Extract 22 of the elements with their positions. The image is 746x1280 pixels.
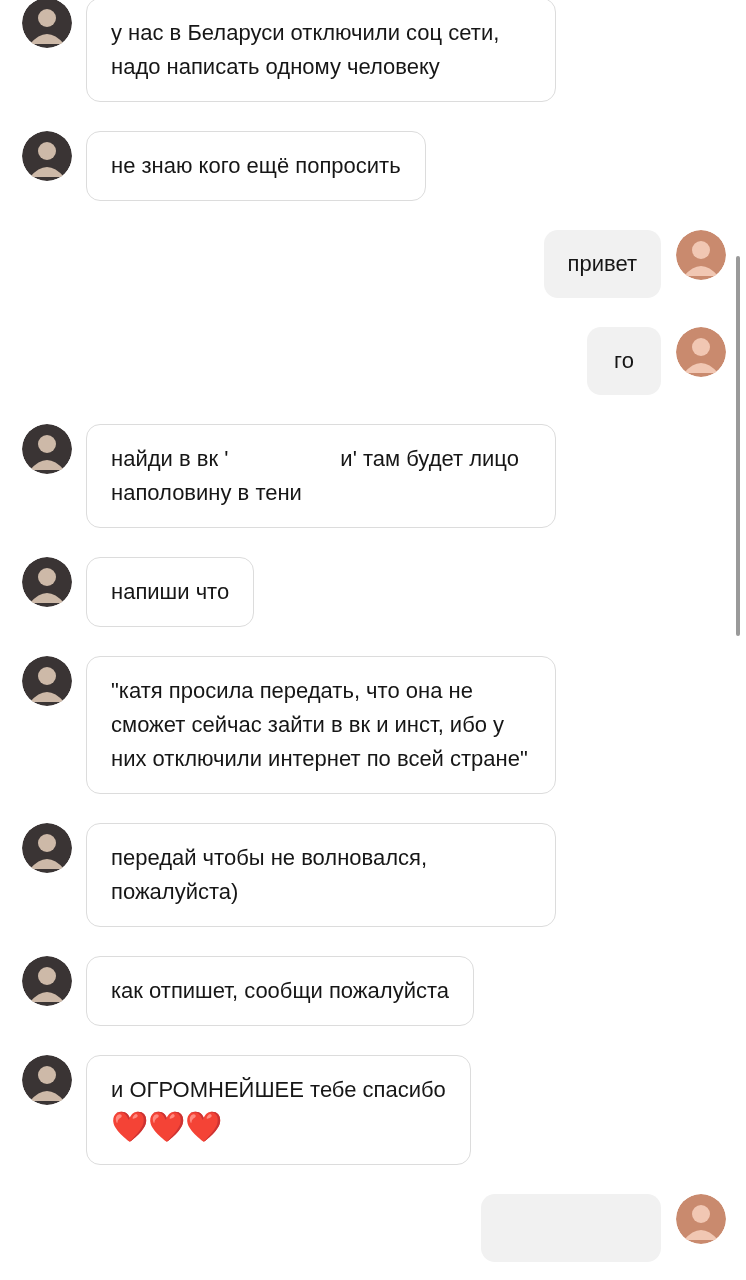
- message-bubble: найди в вк ' и' там будет лицо наполовину в тени: [86, 424, 556, 528]
- message-bubble: и ОГРОМНЕЙШЕЕ тебе спасибо ❤❤❤: [86, 1055, 471, 1165]
- avatar-icon: [22, 823, 72, 873]
- avatar-icon: [22, 956, 72, 1006]
- message-bubble: "катя просила передать, что она не сможет сейчас зайти в вк и инст, ибо у них отключили интернет по всей стране": [86, 656, 556, 794]
- avatar-icon: [22, 1055, 72, 1105]
- avatar-icon: [22, 656, 72, 706]
- message-bubble: передай чтобы не волновался, пожалуйста): [86, 823, 556, 927]
- avatar-icon: [22, 0, 72, 48]
- avatar-icon: [676, 327, 726, 377]
- message-bubble: у нас в Беларуси отключили соц сети, надо написать одному человеку: [86, 0, 556, 102]
- avatar-icon: [22, 131, 72, 181]
- message-bubble: как отпишет, сообщи пожалуйста: [86, 956, 474, 1026]
- avatar-icon: [22, 557, 72, 607]
- scrollbar[interactable]: [736, 256, 740, 636]
- avatar-icon: [22, 424, 72, 474]
- avatar-icon: [676, 1194, 726, 1244]
- message-bubble: привет: [543, 230, 661, 298]
- message-bubble: не знаю кого ещё попросить: [86, 131, 426, 201]
- avatar-icon: [676, 230, 726, 280]
- message-bubble: го: [587, 327, 661, 395]
- message-bubble: напиши что: [86, 557, 255, 627]
